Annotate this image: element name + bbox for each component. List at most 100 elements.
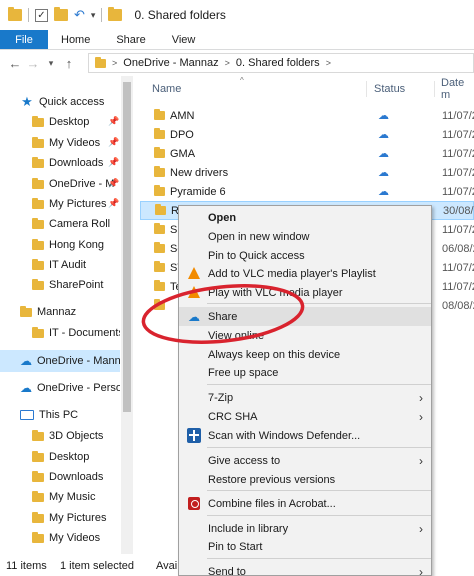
sidebar-item[interactable]: Mannaz <box>20 302 120 322</box>
column-name[interactable]: Name <box>152 83 181 95</box>
menu-item[interactable]: Add to VLC media player's Playlist <box>179 264 431 283</box>
sidebar-item[interactable]: This PC <box>20 405 120 425</box>
folder-icon <box>32 258 44 270</box>
sidebar-item[interactable]: ☁ OneDrive - Manna <box>20 351 120 371</box>
tab-file[interactable]: File <box>0 30 48 49</box>
folder-icon <box>32 490 44 502</box>
menu-item[interactable]: Include in library › <box>179 519 431 538</box>
folder-icon <box>32 531 44 543</box>
file-name: AMN <box>170 109 195 122</box>
sidebar-item[interactable]: ☁ OneDrive - Person <box>20 378 120 398</box>
sidebar-item[interactable]: Camera Roll <box>32 214 120 234</box>
menu-item[interactable]: Open <box>179 208 431 227</box>
sidebar-item-label: IT - Documents <box>49 327 120 339</box>
menu-item[interactable]: Pin to Quick access <box>179 246 431 265</box>
menu-item[interactable]: 7-Zip › <box>179 388 431 407</box>
menu-item[interactable]: Free up space <box>179 363 431 382</box>
breadcrumb-onedrive[interactable]: OneDrive - Mannaz <box>123 57 218 69</box>
menu-item[interactable]: Always keep on this device <box>179 345 431 364</box>
column-status[interactable]: Status <box>374 83 405 95</box>
sidebar-item[interactable]: 3D Objects <box>32 426 120 446</box>
menu-item-label: View online <box>208 329 265 342</box>
menu-item[interactable]: CRC SHA › <box>179 407 431 426</box>
tab-home[interactable]: Home <box>48 30 103 49</box>
sidebar-item[interactable]: My Pictures <box>32 508 120 528</box>
folder-icon <box>32 429 44 441</box>
menu-item-label: Pin to Quick access <box>208 249 305 262</box>
file-row[interactable]: AMN ☁ 11/07/2 <box>140 106 474 125</box>
file-row[interactable]: Pyramide 6 ☁ 11/07/2 <box>140 182 474 201</box>
tab-view[interactable]: View <box>159 30 209 49</box>
pin-icon[interactable]: 📌 <box>108 116 119 127</box>
new-folder-icon[interactable] <box>54 7 68 21</box>
menu-item[interactable]: Combine files in Acrobat... <box>179 494 431 513</box>
sidebar-item[interactable]: My Videos <box>32 528 120 548</box>
file-date: 11/07/2 <box>442 223 474 236</box>
menu-item[interactable]: Scan with Windows Defender... <box>179 426 431 445</box>
address-bar[interactable]: > OneDrive - Mannaz > 0. Shared folders … <box>88 53 474 73</box>
sidebar-item[interactable]: Desktop <box>32 447 120 467</box>
folder-icon <box>32 238 44 250</box>
menu-separator <box>207 558 431 559</box>
menu-item-label: Combine files in Acrobat... <box>208 497 336 510</box>
sidebar-item[interactable]: OneDrive - M <box>32 174 120 194</box>
menu-separator <box>207 303 431 304</box>
file-name: New drivers <box>170 166 229 179</box>
sidebar-item[interactable]: My Pictures <box>32 194 120 214</box>
sidebar-item[interactable]: Hong Kong <box>32 235 120 255</box>
recent-chevron-icon[interactable]: ▾ <box>42 58 60 69</box>
sidebar-item-label: Hong Kong <box>49 239 105 251</box>
vlc-icon <box>188 286 200 298</box>
cloud-status-icon: ☁ <box>378 148 389 160</box>
sidebar-item-label: My Pictures <box>49 512 107 524</box>
sidebar-item[interactable]: My Music <box>32 487 120 507</box>
sidebar-item[interactable]: Desktop <box>32 112 120 132</box>
menu-item[interactable]: ☁ Share <box>179 307 431 326</box>
pc-icon <box>20 410 34 420</box>
nav-scrollbar[interactable] <box>121 76 133 554</box>
menu-item[interactable]: Give access to › <box>179 451 431 470</box>
sidebar-item[interactable]: IT Audit <box>32 255 120 275</box>
menu-separator <box>207 490 431 491</box>
file-row[interactable]: GMA ☁ 11/07/2 <box>140 144 474 163</box>
scroll-thumb[interactable] <box>123 82 131 412</box>
sidebar-item[interactable]: My Videos <box>32 133 120 153</box>
menu-item[interactable]: Pin to Start <box>179 537 431 556</box>
folder-icon <box>154 185 165 196</box>
file-row[interactable]: New drivers ☁ 11/07/2 <box>140 163 474 182</box>
pin-icon[interactable]: 📌 <box>108 137 119 148</box>
folder-icon <box>154 147 165 158</box>
sidebar-item[interactable]: Downloads <box>32 153 120 173</box>
pin-icon[interactable]: 📌 <box>108 178 119 189</box>
sidebar-item-label: My Videos <box>49 532 101 544</box>
pin-icon[interactable]: 📌 <box>108 198 119 209</box>
file-row[interactable]: DPO ☁ 11/07/2 <box>140 125 474 144</box>
menu-item[interactable]: View online <box>179 326 431 345</box>
menu-item[interactable]: Restore previous versions <box>179 470 431 489</box>
selected-count: 1 item selected <box>60 560 134 572</box>
column-date[interactable]: Date m <box>441 77 474 101</box>
pin-icon[interactable]: 📌 <box>108 157 119 168</box>
breadcrumb-shared-folders[interactable]: 0. Shared folders <box>236 57 320 69</box>
column-divider[interactable] <box>434 81 435 97</box>
back-arrow-icon[interactable]: ← <box>6 56 24 71</box>
up-arrow-icon[interactable]: ↑ <box>60 56 78 71</box>
sidebar-item-label: OneDrive - Manna <box>37 355 120 367</box>
menu-item[interactable]: Open in new window <box>179 227 431 246</box>
menu-item[interactable]: Play with VLC media player <box>179 283 431 302</box>
sidebar-item[interactable]: IT - Documents <box>32 323 120 343</box>
sidebar-item[interactable]: Downloads <box>32 467 120 487</box>
undo-icon[interactable]: ↶ <box>74 7 85 23</box>
column-divider[interactable] <box>366 81 367 97</box>
menu-item-label: Open <box>208 211 237 224</box>
sidebar-item[interactable]: ★ Quick access <box>20 92 120 112</box>
tab-share[interactable]: Share <box>103 30 158 49</box>
file-name: Pyramide 6 <box>170 185 226 198</box>
properties-icon[interactable]: ✓ <box>35 8 48 22</box>
chevron-down-icon[interactable]: ▾ <box>91 10 96 21</box>
menu-item[interactable]: Send to › <box>179 562 431 576</box>
forward-arrow-icon[interactable]: → <box>24 56 42 71</box>
sidebar-item[interactable]: SharePoint <box>32 275 120 295</box>
menu-item-label: Give access to <box>208 454 281 467</box>
folder-icon <box>32 177 44 189</box>
